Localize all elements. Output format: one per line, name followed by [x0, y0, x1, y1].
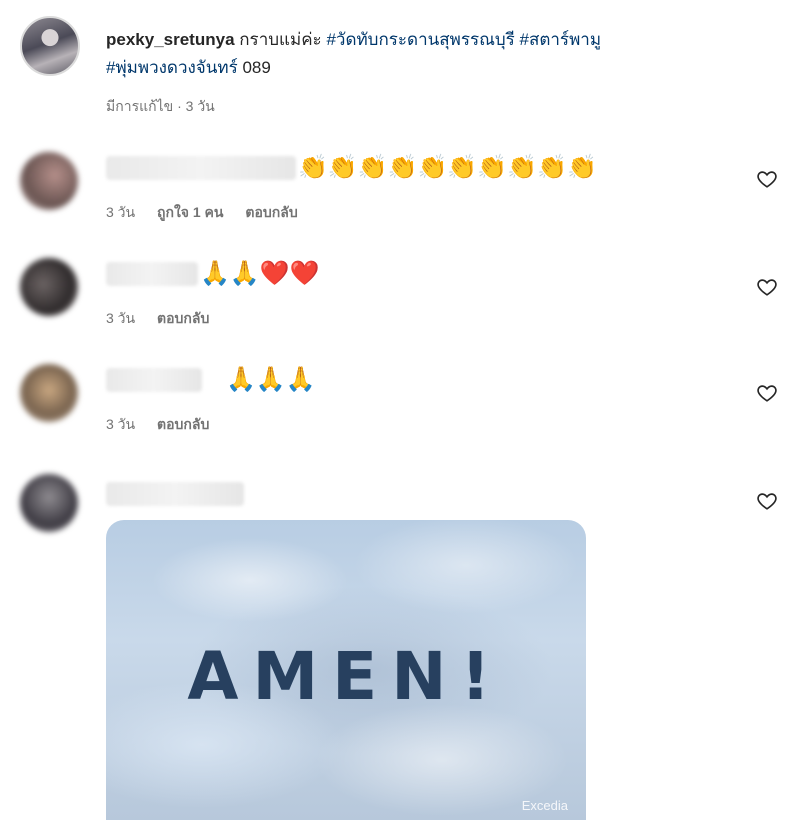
comment-likes[interactable]: ถูกใจ 1 คน: [157, 204, 224, 220]
gif-attachment[interactable]: AMEN! Excedia: [106, 520, 586, 820]
hashtag-link[interactable]: #สตาร์พามู: [520, 30, 602, 49]
heart-icon[interactable]: [756, 168, 778, 190]
commenter-avatar[interactable]: [20, 258, 78, 316]
comment-time: 3 วัน: [106, 310, 136, 326]
commenter-name-blurred[interactable]: [106, 368, 202, 392]
commenter-avatar[interactable]: [20, 474, 78, 532]
comment-text: 🙏🙏🙏: [226, 366, 316, 393]
reply-button[interactable]: ตอบกลับ: [157, 310, 209, 326]
heart-icon[interactable]: [756, 490, 778, 512]
comment-meta: 3 วัน ตอบกลับ: [106, 414, 227, 436]
caption-text: pexky_sretunya กราบแม่ค่ะ #วัดทับกระดานส…: [106, 26, 746, 82]
reply-button[interactable]: ตอบกลับ: [157, 416, 209, 432]
commenter-name-blurred[interactable]: [106, 156, 296, 180]
comment-meta: 3 วัน ถูกใจ 1 คน ตอบกลับ: [106, 202, 316, 224]
gif-caption: AMEN!: [187, 638, 505, 715]
commenter-name-blurred[interactable]: [106, 482, 244, 506]
caption-suffix: 089: [242, 58, 271, 77]
comment-time: 3 วัน: [106, 204, 136, 220]
author-avatar[interactable]: [20, 16, 80, 76]
comment-text: 🙏🙏❤️❤️: [200, 260, 320, 287]
commenter-avatar[interactable]: [20, 364, 78, 422]
author-username[interactable]: pexky_sretunya: [106, 30, 235, 49]
comment-item: 🙏🙏❤️❤️ 3 วัน ตอบกลับ: [20, 258, 790, 328]
caption-meta: มีการแก้ไข · 3 วัน: [106, 98, 215, 114]
heart-icon[interactable]: [756, 382, 778, 404]
gif-watermark: Excedia: [521, 798, 568, 813]
caption-body: กราบแม่ค่ะ: [239, 30, 322, 49]
comment-item: 👏👏👏👏👏👏👏👏👏👏 3 วัน ถูกใจ 1 คน ตอบกลับ: [20, 152, 790, 222]
commenter-avatar[interactable]: [20, 152, 78, 210]
hashtag-link[interactable]: #วัดทับกระดานสุพรรณบุรี: [326, 30, 514, 49]
comment-meta: 3 วัน ตอบกลับ: [106, 308, 227, 330]
comment-text: 👏👏👏👏👏👏👏👏👏👏: [298, 154, 597, 181]
hashtag-link[interactable]: #พุ่มพวงดวงจันทร์: [106, 58, 238, 77]
comment-item: 🙏🙏🙏 3 วัน ตอบกลับ: [20, 364, 790, 434]
commenter-name-blurred[interactable]: [106, 262, 198, 286]
reply-button[interactable]: ตอบกลับ: [245, 204, 297, 220]
comment-time: 3 วัน: [106, 416, 136, 432]
heart-icon[interactable]: [756, 276, 778, 298]
